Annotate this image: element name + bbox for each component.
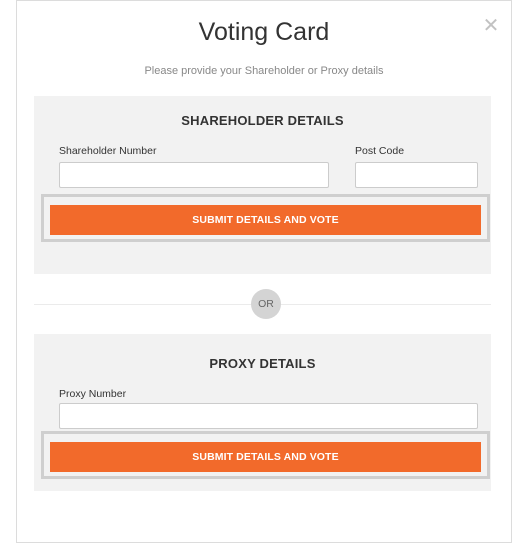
shareholder-submit-button[interactable]: SUBMIT DETAILS AND VOTE — [50, 205, 481, 235]
post-code-input[interactable] — [355, 162, 478, 188]
or-divider-badge: OR — [251, 289, 281, 319]
shareholder-number-input[interactable] — [59, 162, 329, 188]
shareholder-submit-outline: SUBMIT DETAILS AND VOTE — [41, 194, 490, 242]
post-code-label: Post Code — [355, 145, 405, 157]
shareholder-number-label: Shareholder Number — [59, 145, 157, 157]
proxy-submit-button[interactable]: SUBMIT DETAILS AND VOTE — [50, 442, 481, 472]
proxy-number-input[interactable] — [59, 403, 478, 429]
shareholder-details-heading: SHAREHOLDER DETAILS — [181, 113, 344, 128]
proxy-number-label: Proxy Number — [59, 388, 127, 400]
shareholder-details-panel: SHAREHOLDER DETAILS Shareholder Number P… — [34, 96, 491, 274]
proxy-details-heading: PROXY DETAILS — [209, 356, 316, 371]
modal-subtitle: Please provide your Shareholder or Proxy… — [144, 65, 384, 77]
proxy-details-panel: PROXY DETAILS Proxy Number SUBMIT DETAIL… — [34, 334, 491, 491]
proxy-submit-outline: SUBMIT DETAILS AND VOTE — [41, 431, 490, 479]
voting-card-modal: Voting Card ✕ Please provide your Shareh… — [16, 0, 512, 543]
close-icon[interactable]: ✕ — [482, 16, 500, 36]
modal-title: Voting Card — [198, 18, 330, 46]
